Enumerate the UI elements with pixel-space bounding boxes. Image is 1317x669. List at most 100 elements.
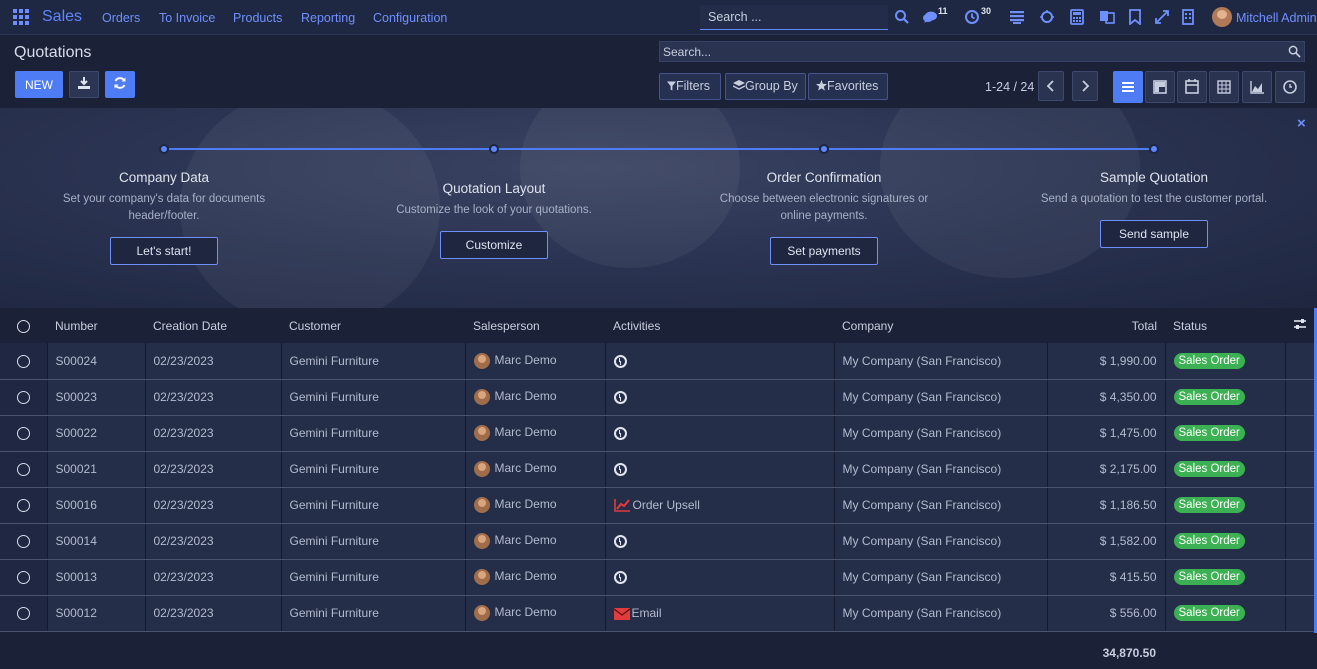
table-row[interactable]: S00012 02/23/2023 Gemini Furniture Marc Dem… bbox=[0, 595, 1316, 632]
activity-clock-icon[interactable] bbox=[964, 9, 980, 25]
column-header-total[interactable]: Total bbox=[1047, 308, 1165, 343]
cell-creation-date[interactable]: 02/23/2023 bbox=[145, 559, 282, 596]
user-name[interactable]: Mitchell Admin bbox=[1236, 11, 1317, 25]
pager-value[interactable]: 1-24 / 24 bbox=[985, 80, 1034, 94]
cell-salesperson[interactable]: Marc Demo bbox=[465, 523, 606, 560]
row-checkbox[interactable] bbox=[17, 571, 30, 585]
cell-customer[interactable]: Gemini Furniture bbox=[281, 595, 466, 632]
chat-icon[interactable] bbox=[922, 9, 938, 25]
row-select-cell[interactable] bbox=[0, 523, 48, 560]
set-payments-button[interactable]: Set payments bbox=[770, 237, 878, 265]
table-row[interactable]: S00016 02/23/2023 Gemini Furniture Marc Dem… bbox=[0, 487, 1316, 524]
row-select-cell[interactable] bbox=[0, 559, 48, 596]
cell-salesperson[interactable]: Marc Demo bbox=[465, 451, 606, 488]
clock-icon[interactable] bbox=[613, 463, 627, 477]
refresh-button[interactable] bbox=[105, 71, 135, 98]
select-all-checkbox[interactable] bbox=[17, 319, 30, 333]
cell-company[interactable]: My Company (San Francisco) bbox=[834, 523, 1048, 560]
translate-icon[interactable] bbox=[1099, 9, 1115, 25]
table-row[interactable]: S00013 02/23/2023 Gemini Furniture Marc Dem… bbox=[0, 559, 1316, 596]
download-button[interactable] bbox=[69, 71, 99, 98]
row-select-cell[interactable] bbox=[0, 487, 48, 524]
cell-total[interactable]: $ 4,350.00 bbox=[1047, 379, 1166, 416]
clock-icon[interactable] bbox=[613, 535, 627, 549]
cell-total[interactable]: $ 1,990.00 bbox=[1047, 343, 1166, 380]
cell-total[interactable]: $ 2,175.00 bbox=[1047, 451, 1166, 488]
cell-activities[interactable] bbox=[605, 415, 835, 452]
activity-label[interactable]: Order Upsell bbox=[633, 498, 700, 512]
cell-status[interactable]: Sales Order bbox=[1165, 595, 1286, 632]
column-header-number[interactable]: Number bbox=[47, 308, 145, 343]
cell-status[interactable]: Sales Order bbox=[1165, 451, 1286, 488]
column-header-status[interactable]: Status bbox=[1165, 308, 1285, 343]
cell-total[interactable]: $ 556.00 bbox=[1047, 595, 1166, 632]
cell-total[interactable]: $ 415.50 bbox=[1047, 559, 1166, 596]
cell-customer[interactable]: Gemini Furniture bbox=[281, 379, 466, 416]
column-header-creation-date[interactable]: Creation Date bbox=[145, 308, 281, 343]
expand-icon[interactable] bbox=[1154, 9, 1170, 25]
menu-to-invoice[interactable]: To Invoice bbox=[159, 11, 215, 25]
row-select-cell[interactable] bbox=[0, 379, 48, 416]
cell-activities[interactable] bbox=[605, 523, 835, 560]
cell-company[interactable]: My Company (San Francisco) bbox=[834, 451, 1048, 488]
pivot-view-button[interactable] bbox=[1209, 71, 1239, 103]
cell-customer[interactable]: Gemini Furniture bbox=[281, 451, 466, 488]
menu-configuration[interactable]: Configuration bbox=[373, 11, 447, 25]
table-row[interactable]: S00014 02/23/2023 Gemini Furniture Marc Dem… bbox=[0, 523, 1316, 560]
cell-status[interactable]: Sales Order bbox=[1165, 379, 1286, 416]
cell-number[interactable]: S00013 bbox=[47, 559, 146, 596]
row-checkbox[interactable] bbox=[17, 427, 30, 441]
cell-company[interactable]: My Company (San Francisco) bbox=[834, 595, 1048, 632]
cell-customer[interactable]: Gemini Furniture bbox=[281, 523, 466, 560]
cell-creation-date[interactable]: 02/23/2023 bbox=[145, 451, 282, 488]
cell-company[interactable]: My Company (San Francisco) bbox=[834, 487, 1048, 524]
row-checkbox[interactable] bbox=[17, 499, 30, 513]
bug-icon[interactable] bbox=[1039, 9, 1055, 25]
cell-creation-date[interactable]: 02/23/2023 bbox=[145, 523, 282, 560]
line-chart-icon[interactable] bbox=[613, 498, 631, 513]
cell-total[interactable]: $ 1,582.00 bbox=[1047, 523, 1166, 560]
row-select-cell[interactable] bbox=[0, 451, 48, 488]
group-by-button[interactable]: Group By bbox=[725, 73, 806, 100]
new-button[interactable]: NEW bbox=[15, 71, 63, 98]
cell-salesperson[interactable]: Marc Demo bbox=[465, 415, 606, 452]
cell-activities[interactable] bbox=[605, 343, 835, 380]
table-row[interactable]: S00022 02/23/2023 Gemini Furniture Marc Dem… bbox=[0, 415, 1316, 452]
row-checkbox[interactable] bbox=[17, 535, 30, 549]
cell-creation-date[interactable]: 02/23/2023 bbox=[145, 379, 282, 416]
table-row[interactable]: S00021 02/23/2023 Gemini Furniture Marc Dem… bbox=[0, 451, 1316, 488]
clock-icon[interactable] bbox=[613, 427, 627, 441]
activity-view-button[interactable] bbox=[1275, 71, 1305, 103]
pager-next-button[interactable] bbox=[1072, 71, 1098, 101]
cell-company[interactable]: My Company (San Francisco) bbox=[834, 379, 1048, 416]
table-row[interactable]: S00023 02/23/2023 Gemini Furniture Marc Dem… bbox=[0, 379, 1316, 416]
calendar-view-button[interactable] bbox=[1177, 71, 1207, 103]
envelope-icon[interactable] bbox=[613, 607, 630, 620]
cell-activities[interactable] bbox=[605, 379, 835, 416]
column-header-company[interactable]: Company bbox=[834, 308, 1047, 343]
cell-company[interactable]: My Company (San Francisco) bbox=[834, 415, 1048, 452]
menu-reporting[interactable]: Reporting bbox=[301, 11, 355, 25]
cell-company[interactable]: My Company (San Francisco) bbox=[834, 559, 1048, 596]
row-checkbox[interactable] bbox=[17, 354, 30, 368]
cell-total[interactable]: $ 1,186.50 bbox=[1047, 487, 1166, 524]
cell-number[interactable]: S00012 bbox=[47, 595, 146, 632]
cell-salesperson[interactable]: Marc Demo bbox=[465, 343, 606, 380]
list-lines-icon[interactable] bbox=[1009, 9, 1025, 25]
cell-activities[interactable]: Email bbox=[605, 595, 835, 632]
cell-activities[interactable] bbox=[605, 559, 835, 596]
menu-products[interactable]: Products bbox=[233, 11, 282, 25]
cell-customer[interactable]: Gemini Furniture bbox=[281, 559, 466, 596]
close-icon[interactable]: × bbox=[1297, 115, 1306, 132]
cell-number[interactable]: S00014 bbox=[47, 523, 146, 560]
cell-activities[interactable] bbox=[605, 451, 835, 488]
row-checkbox[interactable] bbox=[17, 391, 30, 405]
pager-previous-button[interactable] bbox=[1038, 71, 1064, 101]
cell-company[interactable]: My Company (San Francisco) bbox=[834, 343, 1048, 380]
cell-status[interactable]: Sales Order bbox=[1165, 523, 1286, 560]
row-select-cell[interactable] bbox=[0, 595, 48, 632]
user-avatar[interactable] bbox=[1212, 7, 1232, 27]
cell-salesperson[interactable]: Marc Demo bbox=[465, 595, 606, 632]
search-icon[interactable] bbox=[894, 9, 910, 25]
cell-activities[interactable]: Order Upsell bbox=[605, 487, 835, 524]
